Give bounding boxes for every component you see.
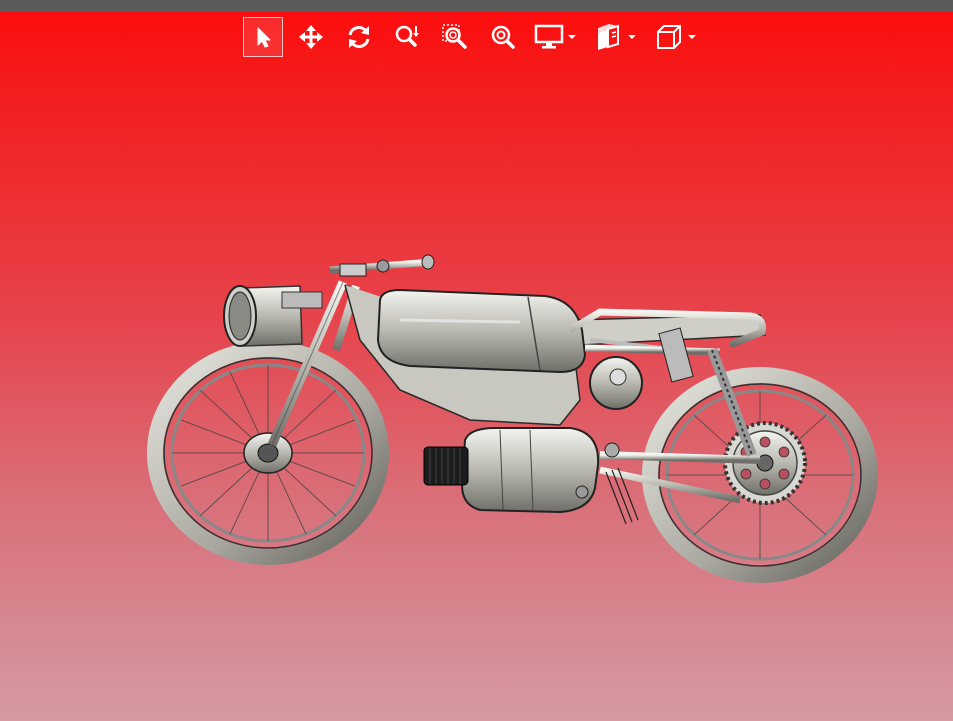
headlight: [223, 285, 323, 347]
motorcycle-model[interactable]: [0, 0, 953, 721]
front-wheel: [147, 341, 389, 565]
rear-wheel: [642, 367, 878, 583]
handlebar: [329, 254, 435, 277]
3d-viewport[interactable]: [0, 0, 953, 721]
engine: [423, 427, 620, 514]
fuel-tank: [376, 288, 587, 374]
horn: [589, 356, 643, 410]
